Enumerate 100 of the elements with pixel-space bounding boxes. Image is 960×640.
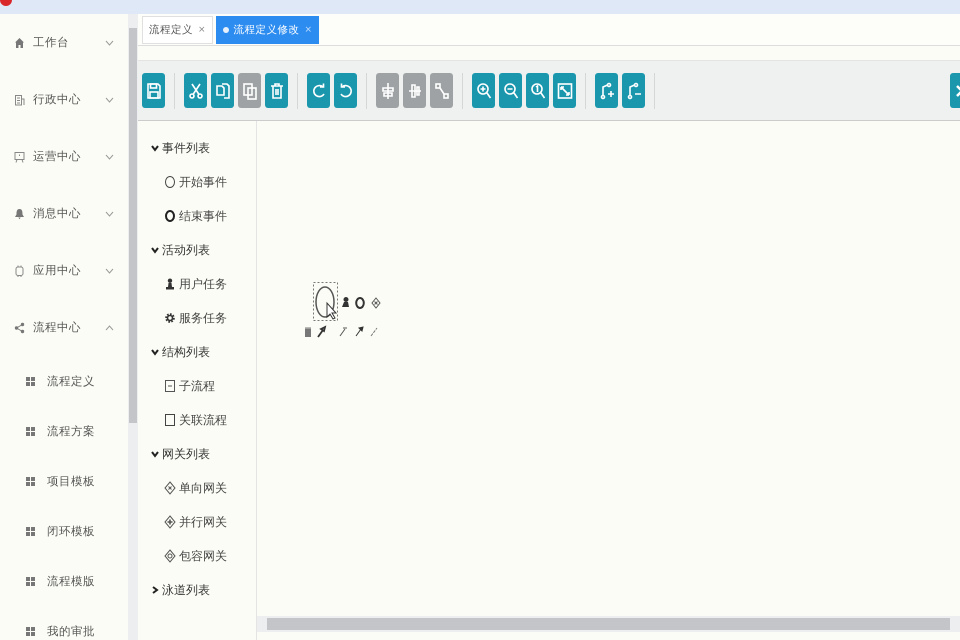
align-center-icon bbox=[380, 82, 396, 100]
section-title: 网关列表 bbox=[162, 446, 210, 462]
align-middle-icon bbox=[406, 82, 422, 100]
exclusive-gateway-icon bbox=[164, 481, 176, 495]
item-label: 服务任务 bbox=[179, 310, 227, 326]
save-button[interactable] bbox=[142, 73, 165, 108]
palette-item[interactable]: 开始事件 bbox=[152, 165, 256, 199]
palette-item[interactable]: 子流程 bbox=[152, 369, 256, 403]
chip-icon bbox=[14, 264, 25, 276]
palette-item[interactable]: 包容网关 bbox=[152, 539, 256, 573]
sidebar-item[interactable]: 消息中心 bbox=[0, 185, 128, 242]
section-title: 事件列表 bbox=[162, 140, 210, 156]
end-event-icon bbox=[164, 209, 176, 223]
palette-section[interactable]: 网关列表 bbox=[151, 437, 256, 471]
undo-button[interactable] bbox=[334, 73, 357, 108]
submenu-item[interactable]: 我的审批 bbox=[0, 606, 128, 640]
redo-button[interactable] bbox=[307, 73, 330, 108]
cut-button[interactable] bbox=[184, 73, 207, 108]
grid-icon bbox=[26, 526, 35, 536]
menu-label: 消息中心 bbox=[33, 206, 81, 221]
copy-button[interactable] bbox=[211, 73, 234, 108]
scissors-icon bbox=[188, 82, 204, 100]
submenu-item[interactable]: 闭环模板 bbox=[0, 506, 128, 556]
item-label: 结束事件 bbox=[179, 208, 227, 224]
share-icon bbox=[14, 322, 25, 334]
zoom-reset-button[interactable] bbox=[526, 73, 549, 108]
sidebar-item[interactable]: 工作台 bbox=[0, 14, 128, 71]
submenu-label: 闭环模板 bbox=[47, 524, 95, 538]
redo-icon bbox=[310, 82, 326, 100]
zoom-out-button[interactable] bbox=[499, 73, 522, 108]
menu-label: 行政中心 bbox=[33, 92, 81, 107]
submenu-item[interactable]: 流程方案 bbox=[0, 406, 128, 456]
submenu-item[interactable]: 流程模版 bbox=[0, 556, 128, 606]
grid-icon bbox=[26, 626, 35, 636]
palette-item[interactable]: 用户任务 bbox=[152, 267, 256, 301]
inclusive-gateway-icon bbox=[164, 549, 176, 563]
remove-line-button[interactable] bbox=[622, 73, 645, 108]
section-title: 活动列表 bbox=[162, 242, 210, 258]
trash-icon bbox=[268, 82, 284, 100]
add-line-button[interactable] bbox=[595, 73, 618, 108]
submenu-label: 流程方案 bbox=[47, 424, 95, 438]
house-icon bbox=[14, 36, 25, 48]
item-label: 用户任务 bbox=[179, 276, 227, 292]
presentation-board-icon bbox=[14, 150, 25, 162]
close-icon[interactable]: × bbox=[198, 24, 206, 34]
palette-item[interactable]: 并行网关 bbox=[152, 505, 256, 539]
sidebar-item[interactable]: 行政中心 bbox=[0, 71, 128, 128]
menu-label: 应用中心 bbox=[33, 263, 81, 278]
zoom-in-icon bbox=[476, 82, 492, 100]
grid-icon bbox=[26, 576, 35, 586]
palette-item[interactable]: 关联流程 bbox=[152, 403, 256, 437]
scrollbar[interactable] bbox=[128, 14, 138, 640]
item-label: 包容网关 bbox=[179, 548, 227, 564]
submenu-label: 我的审批 bbox=[47, 624, 95, 638]
item-label: 开始事件 bbox=[179, 174, 227, 190]
sidebar-item[interactable]: 应用中心 bbox=[0, 242, 128, 299]
item-label: 关联流程 bbox=[179, 412, 227, 428]
submenu-label: 流程定义 bbox=[47, 374, 95, 388]
fit-button[interactable] bbox=[553, 73, 576, 108]
sidebar-item[interactable]: 流程中心 bbox=[0, 299, 128, 356]
call-activity-icon bbox=[164, 413, 176, 427]
submenu-item[interactable]: 项目模板 bbox=[0, 456, 128, 506]
zoom-out-icon bbox=[502, 82, 518, 100]
scrollbar[interactable] bbox=[257, 616, 960, 632]
undo-icon bbox=[338, 82, 354, 100]
sidebar-item[interactable]: 运营中心 bbox=[0, 128, 128, 185]
fit-screen-icon bbox=[556, 82, 572, 100]
service-task-icon bbox=[164, 311, 176, 325]
submenu-item[interactable]: 流程定义 bbox=[0, 356, 128, 406]
document-icon bbox=[14, 94, 25, 106]
zoom-in-button[interactable] bbox=[472, 73, 495, 108]
menu-label: 工作台 bbox=[33, 35, 69, 50]
item-label: 单向网关 bbox=[179, 480, 227, 496]
palette-item[interactable]: 服务任务 bbox=[152, 301, 256, 335]
add-connection-icon bbox=[598, 82, 614, 100]
selected-start-event-drawing[interactable] bbox=[305, 282, 381, 338]
palette-section[interactable]: 泳道列表 bbox=[151, 573, 256, 607]
submenu-label: 流程模版 bbox=[47, 574, 95, 588]
grid-icon bbox=[26, 376, 35, 386]
parallel-gateway-icon bbox=[164, 515, 176, 529]
delete-button[interactable] bbox=[265, 73, 288, 108]
menu-label: 流程中心 bbox=[33, 320, 81, 335]
zoom-actual-icon bbox=[530, 82, 546, 100]
tab[interactable]: 流程定义 × bbox=[142, 16, 213, 44]
palette-section[interactable]: 活动列表 bbox=[151, 233, 256, 267]
resize-icon bbox=[434, 82, 450, 100]
remove-connection-icon bbox=[626, 82, 642, 100]
submenu-label: 项目模板 bbox=[47, 474, 95, 488]
start-event-icon bbox=[164, 175, 176, 189]
copy-icon bbox=[214, 82, 230, 100]
item-label: 并行网关 bbox=[179, 514, 227, 530]
section-title: 结构列表 bbox=[162, 344, 210, 360]
grid-icon bbox=[26, 426, 35, 436]
palette-section[interactable]: 事件列表 bbox=[151, 131, 256, 165]
palette-item[interactable]: 单向网关 bbox=[152, 471, 256, 505]
palette-item[interactable]: 结束事件 bbox=[152, 199, 256, 233]
palette-section[interactable]: 结构列表 bbox=[151, 335, 256, 369]
grid-icon bbox=[26, 476, 35, 486]
section-title: 泳道列表 bbox=[162, 582, 210, 598]
item-label: 子流程 bbox=[179, 378, 215, 394]
